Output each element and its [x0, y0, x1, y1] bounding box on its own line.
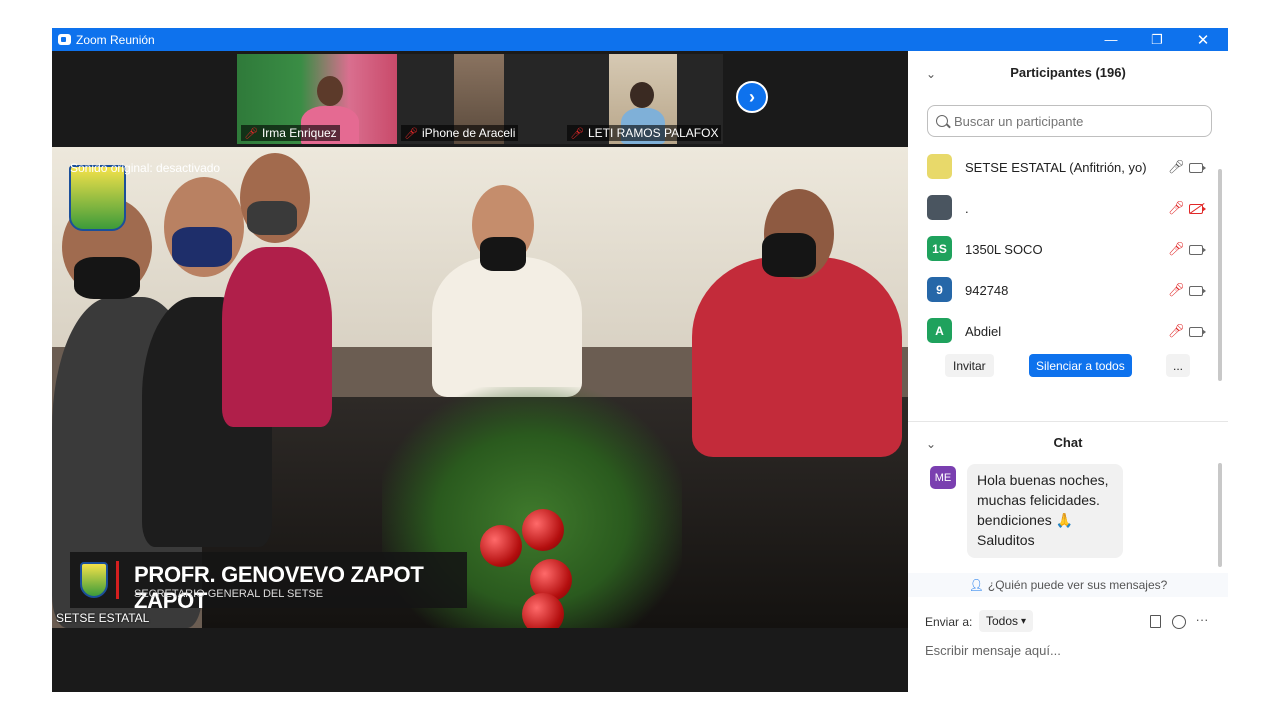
window-title: Zoom Reunión [76, 32, 155, 47]
mic-muted-icon[interactable]: 🎤︎ [1168, 323, 1185, 339]
chat-message-line: muchas felicidades. [977, 492, 1100, 508]
thumbnail-name: iPhone de Araceli [421, 126, 516, 140]
participant-avatar: 1S [927, 236, 952, 261]
maximize-button[interactable]: ❐ [1134, 28, 1180, 51]
send-to-label: Enviar a: [925, 615, 973, 629]
participant-avatar: A [927, 318, 952, 343]
chevron-down-icon: ▾ [1021, 615, 1027, 627]
file-icon[interactable] [1150, 615, 1161, 628]
search-icon [936, 115, 948, 127]
camera-icon[interactable] [1189, 163, 1206, 173]
thumbnail-name-tag: 🎤︎ Irma Enriquez [241, 125, 340, 141]
original-sound-status: Sonido original: desactivado [70, 161, 221, 175]
chat-message: Hola buenas noches, muchas felicidades. … [967, 464, 1123, 558]
thumbnail-name: LETI RAMOS PALAFOX [587, 126, 719, 140]
participant-list: SETSE ESTATAL (Anfitrión, yo) 🎤︎. 🎤︎ 1S 1350… [908, 147, 1218, 352]
setse-logo [80, 562, 108, 598]
participant-row[interactable]: A Abdiel 🎤︎ [908, 311, 1218, 352]
participant-name: Abdiel [965, 324, 1002, 339]
chat-more-icon[interactable]: ··· [1194, 612, 1210, 628]
mic-muted-icon[interactable]: 🎤︎ [1168, 241, 1185, 257]
chat-message-input[interactable] [925, 639, 1215, 661]
who-can-see-messages[interactable]: 👤︎ ¿Quién puede ver sus mensajes? [908, 573, 1228, 597]
participant-avatar: 9 [927, 277, 952, 302]
thumbnail-strip: 🎤︎ Irma Enriquez 🎤︎ iPhone de Araceli 🎤︎… [52, 51, 908, 147]
participant-avatar [927, 195, 952, 220]
speaker-name: SETSE ESTATAL [56, 611, 150, 625]
participant-name: 1350L SOCO [965, 242, 1043, 257]
send-to-select[interactable]: Todos ▾ [979, 610, 1034, 632]
lower-third-banner: PROFR. GENOVEVO ZAPOT ZAPOT SECRETARIO G… [70, 552, 467, 613]
send-to-value: Todos [986, 614, 1019, 628]
participant-name: SETSE ESTATAL (Anfitrión, yo) [965, 160, 1147, 175]
participants-title: Participantes (196) [1010, 65, 1126, 80]
camera-off-icon[interactable] [1189, 204, 1206, 214]
video-area: 🎤︎ Irma Enriquez 🎤︎ iPhone de Araceli 🎤︎… [52, 51, 908, 692]
mic-muted-icon[interactable]: 🎤︎ [1168, 282, 1185, 298]
invite-button[interactable]: Invitar [945, 354, 994, 377]
main-video: Sonido original: desactivado PROFR. GENO… [52, 147, 908, 628]
search-input[interactable] [954, 113, 1194, 129]
close-button[interactable]: ✕ [1180, 28, 1226, 51]
participant-row[interactable]: 1S 1350L SOCO 🎤︎ [908, 229, 1218, 270]
emoji-icon[interactable] [1172, 615, 1186, 629]
next-thumbnails-button[interactable]: › [736, 81, 768, 113]
chat-sender-avatar: ME [930, 466, 956, 489]
participant-name: 942748 [965, 283, 1009, 298]
thumbnail-name-tag: 🎤︎ LETI RAMOS PALAFOX [567, 125, 722, 141]
participant-row[interactable]: SETSE ESTATAL (Anfitrión, yo) 🎤︎ [908, 147, 1218, 188]
mic-muted-icon: 🎤︎ [404, 127, 418, 140]
thumbnail-video[interactable]: 🎤︎ Irma Enriquez [237, 54, 397, 144]
more-options-button[interactable]: ... [1166, 354, 1190, 377]
lower-third-role: SECRETARIO GENERAL DEL SETSE [134, 588, 324, 600]
participant-row[interactable]: . 🎤︎ [908, 188, 1218, 229]
zoom-logo-icon [58, 34, 71, 45]
participant-scrollbar[interactable] [1218, 169, 1222, 381]
participant-avatar [927, 154, 952, 179]
mute-all-button[interactable]: Silenciar a todos [1029, 354, 1132, 377]
participant-row[interactable]: 9 942748 🎤︎ [908, 270, 1218, 311]
mic-icon[interactable]: 🎤︎ [1168, 159, 1185, 175]
chat-title: Chat [1053, 435, 1083, 450]
thumbnail-video[interactable]: 🎤︎ iPhone de Araceli [397, 54, 563, 144]
chat-message-line: bendiciones 🙏 [977, 512, 1074, 528]
side-panel: ⌄ Participantes (196) SETSE ESTATAL (Anf… [908, 51, 1228, 692]
zoom-window: Zoom Reunión — ❐ ✕ 🎤︎ Irma Enriquez 🎤︎ i… [52, 28, 1228, 692]
mic-muted-icon[interactable]: 🎤︎ [1168, 200, 1185, 216]
chat-message-line: Saluditos [977, 532, 1035, 548]
mic-muted-icon: 🎤︎ [244, 127, 258, 140]
participant-search[interactable] [927, 105, 1212, 137]
thumbnail-name: Irma Enriquez [261, 126, 337, 140]
camera-icon[interactable] [1189, 286, 1206, 296]
who-can-see-label: ¿Quién puede ver sus mensajes? [987, 578, 1168, 592]
person-lock-icon: 👤︎ [968, 578, 984, 592]
title-bar: Zoom Reunión — ❐ ✕ [52, 28, 1228, 51]
chat-message-line: Hola buenas noches, [977, 472, 1109, 488]
participant-name: . [965, 201, 969, 216]
chat-scrollbar[interactable] [1218, 463, 1222, 567]
chevron-right-icon: › [749, 86, 755, 107]
camera-icon[interactable] [1189, 327, 1206, 337]
thumbnail-video[interactable]: 🎤︎ LETI RAMOS PALAFOX [563, 54, 723, 144]
camera-icon[interactable] [1189, 245, 1206, 255]
minimize-button[interactable]: — [1088, 28, 1134, 51]
mic-muted-icon: 🎤︎ [570, 127, 584, 140]
thumbnail-name-tag: 🎤︎ iPhone de Araceli [401, 125, 519, 141]
